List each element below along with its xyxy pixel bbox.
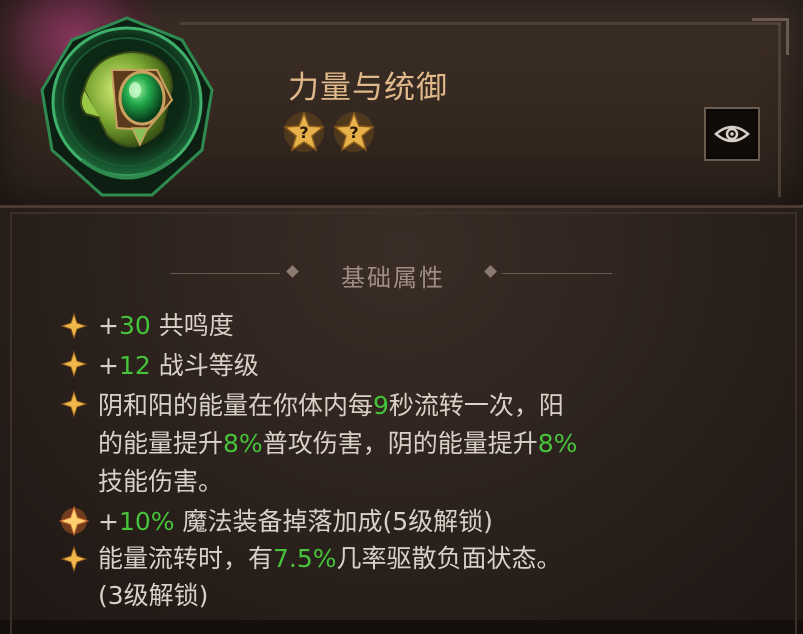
attr-value: 8% <box>537 429 578 458</box>
attr-prefix: + <box>98 507 119 536</box>
green-tiara-gem-icon <box>40 16 214 197</box>
attr-line: 的能量提升8%普攻伤害，阴的能量提升8% <box>98 427 577 460</box>
attr-text: 秒流转一次，阳 <box>388 391 564 420</box>
attr-line: 技能伤害。 <box>98 467 224 496</box>
attr-prefix: + <box>98 311 119 340</box>
attr-line: 能量流转时，有7.5%几率驱散负面状态。 <box>98 542 562 575</box>
attr-text: 战斗等级 <box>150 351 259 380</box>
star-rating: ? ? <box>282 110 376 154</box>
attr-value: 10% <box>118 507 175 536</box>
attr-value: 9 <box>373 391 389 420</box>
attr-text: 几率驱散负面状态。 <box>336 544 562 573</box>
attr-value: 8% <box>223 429 263 458</box>
attribute-magic-find: +10% 魔法装备掉落加成(5级解锁) <box>98 505 493 538</box>
section-title: 基础属性 <box>341 264 445 292</box>
star-label: ? <box>349 122 359 142</box>
attr-prefix: + <box>98 351 119 380</box>
frame-top-border <box>180 22 780 25</box>
frame-corner <box>752 18 789 55</box>
item-tooltip-panel: 力量与统御 ? ? 基础属性 +30 共鸣度 +12 战斗等级 阴和阳的能量在你… <box>0 0 803 634</box>
bullet-star-icon <box>60 390 88 418</box>
attribute-yin-yang: 阴和阳的能量在你体内每9秒流转一次，阳 的能量提升8%普攻伤害，阴的能量提升8%… <box>98 389 577 498</box>
attr-text: 能量流转时，有 <box>98 544 274 573</box>
attr-value: 7.5% <box>273 544 337 573</box>
attr-text: 普攻伤害，阴的能量提升 <box>262 429 538 458</box>
attr-line: (3级解锁) <box>98 581 209 610</box>
star-icon: ? <box>332 110 376 154</box>
bullet-star-icon <box>60 350 88 378</box>
bullet-glowing-star-icon <box>58 505 90 537</box>
attribute-dispel: 能量流转时，有7.5%几率驱散负面状态。 (3级解锁) <box>98 542 562 612</box>
star-label: ? <box>299 122 309 142</box>
attr-text: 共鸣度 <box>150 311 234 340</box>
attr-text: 阴和阳的能量在你体内每 <box>98 391 374 420</box>
attribute-resonance: +30 共鸣度 <box>98 309 234 342</box>
attr-line: 阴和阳的能量在你体内每9秒流转一次，阳 <box>98 389 577 422</box>
bullet-star-icon <box>60 312 88 340</box>
attr-value: 30 <box>118 311 151 340</box>
attr-text: 的能量提升 <box>98 429 224 458</box>
star-icon: ? <box>282 110 326 154</box>
attr-value: 12 <box>118 351 151 380</box>
eye-icon <box>714 125 750 143</box>
divider-right <box>502 273 612 274</box>
inspect-button[interactable] <box>704 107 760 161</box>
attr-text: 魔法装备掉落加成(5级解锁) <box>174 507 493 536</box>
item-title: 力量与统御 <box>288 70 448 106</box>
bullet-star-icon <box>60 545 88 573</box>
attribute-combat-level: +12 战斗等级 <box>98 349 259 382</box>
